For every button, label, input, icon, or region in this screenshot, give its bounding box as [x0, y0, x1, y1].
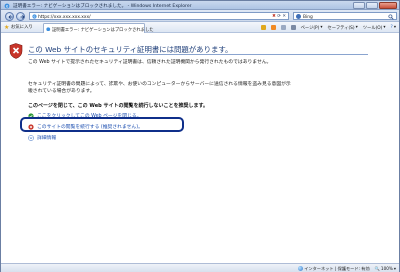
print-button[interactable] — [290, 25, 296, 31]
tools-menu-label: ツール(O) — [362, 25, 383, 31]
search-box[interactable]: Bing — [293, 12, 397, 20]
search-input[interactable]: Bing — [303, 15, 313, 20]
more-info-option[interactable]: 詳細情報 — [28, 134, 56, 141]
home-icon — [260, 25, 266, 31]
window-title: 証明書エラー: ナビゲーションはブロックされました。 - Windows Int… — [13, 3, 192, 9]
page-menu-label: ページ(P) — [300, 25, 320, 31]
stop-icon[interactable]: ✕ — [282, 14, 286, 19]
print-icon — [290, 25, 296, 31]
tab-certificate-error[interactable]: 証明書エラー: ナビゲーションはブロックされました — [43, 23, 154, 33]
tools-menu[interactable]: ツール(O) ▾ — [363, 25, 386, 31]
zoom-level: 100% — [380, 266, 393, 272]
tab-title: 証明書エラー: ナビゲーションはブロックされました — [52, 27, 154, 33]
title-bar: e 証明書エラー: ナビゲーションはブロックされました。 - Windows I… — [1, 1, 399, 10]
chevron-down-icon: ▾ — [383, 25, 386, 31]
feeds-button[interactable] — [270, 25, 276, 31]
back-button[interactable] — [5, 11, 14, 21]
search-icon[interactable] — [388, 14, 394, 20]
chevron-down-icon: ▾ — [320, 25, 323, 31]
home-button[interactable] — [260, 25, 266, 31]
browser-window: e 証明書エラー: ナビゲーションはブロックされました。 - Windows I… — [0, 0, 400, 272]
maximize-button[interactable] — [366, 1, 378, 9]
minimize-button[interactable] — [353, 1, 365, 9]
zone-text: インターネット | 保護モード: 有効 — [304, 265, 370, 271]
security-zone[interactable]: インターネット | 保護モード: 有効 — [297, 265, 370, 272]
expand-chevron-icon — [28, 134, 34, 141]
page-menu[interactable]: ページ(P) ▾ — [301, 25, 323, 31]
safety-menu-label: セーフティ(S) — [327, 25, 355, 31]
status-bar: インターネット | 保護モード: 有効 🔍 100% ▾ — [1, 263, 399, 272]
safety-menu[interactable]: セーフティ(S) ▾ — [328, 25, 358, 31]
title-divider — [28, 54, 368, 55]
address-tools: ✖ ⟳ ✕ — [272, 14, 286, 19]
favorites-label: お気に入り — [10, 25, 33, 30]
forward-button[interactable] — [16, 11, 25, 21]
mail-icon — [280, 25, 286, 31]
status-right: インターネット | 保護モード: 有効 🔍 100% ▾ — [297, 265, 396, 272]
zoom-icon: 🔍 — [374, 265, 380, 271]
chevron-down-icon: ▾ — [393, 266, 396, 272]
command-buttons: ページ(P) ▾ セーフティ(S) ▾ ツール(O) ▾ ? ▾ — [260, 25, 396, 31]
highlight-annotation — [20, 117, 184, 132]
shield-error-icon — [9, 43, 23, 59]
close-button[interactable] — [379, 1, 397, 9]
refresh-icon[interactable]: ⟳ — [277, 14, 281, 19]
feeds-icon — [270, 25, 276, 31]
svg-text:e: e — [6, 3, 9, 8]
forward-arrow-icon — [20, 15, 25, 19]
favorites-star-icon: ★ — [4, 23, 10, 31]
tab-page-icon — [46, 26, 51, 31]
zoom-control[interactable]: 🔍 100% ▾ — [375, 266, 396, 272]
navigation-bar: e https://xxx.xxx.xxx.xxx/ ✖ ⟳ ✕ Bing — [1, 10, 399, 22]
globe-icon — [297, 266, 303, 272]
help-button[interactable]: ? ▾ — [391, 25, 396, 30]
address-bar[interactable]: e https://xxx.xxx.xxx.xxx/ ✖ ⟳ ✕ — [29, 12, 289, 20]
more-information-link[interactable]: 詳細情報 — [37, 134, 56, 141]
mail-button[interactable] — [280, 25, 286, 31]
back-arrow-icon — [7, 15, 12, 19]
window-controls — [353, 1, 397, 9]
url-text[interactable]: https://xxx.xxx.xxx.xxx/ — [38, 15, 91, 20]
certificate-error-icon[interactable]: ✖ — [272, 14, 276, 19]
risk-description: セキュリティ証明書の問題によって、詐欺や、お使いのコンピューターからサーバーに送… — [28, 82, 291, 94]
svg-text:e: e — [33, 15, 35, 19]
search-provider-icon — [296, 14, 301, 20]
chevron-down-icon: ▾ — [355, 25, 358, 31]
ie-logo-icon: e — [4, 3, 10, 8]
certificate-description: この Web サイトで提示されたセキュリティ証明書は、信頼された証明機関から発行… — [28, 60, 272, 65]
chevron-down-icon: ▾ — [393, 25, 396, 31]
favorites-button[interactable]: ★ お気に入り — [4, 24, 33, 30]
command-bar: ★ お気に入り 証明書エラー: ナビゲーションはブロックされました ページ(P)… — [1, 22, 399, 33]
page-icon: e — [31, 14, 37, 19]
recommendation-text: このページを閉じて、この Web サイトの閲覧を続行しないことを推奨します。 — [28, 103, 208, 109]
help-icon: ? — [390, 25, 393, 31]
page-content: この Web サイトのセキュリティ証明書には問題があります。 この Web サイ… — [1, 33, 399, 263]
